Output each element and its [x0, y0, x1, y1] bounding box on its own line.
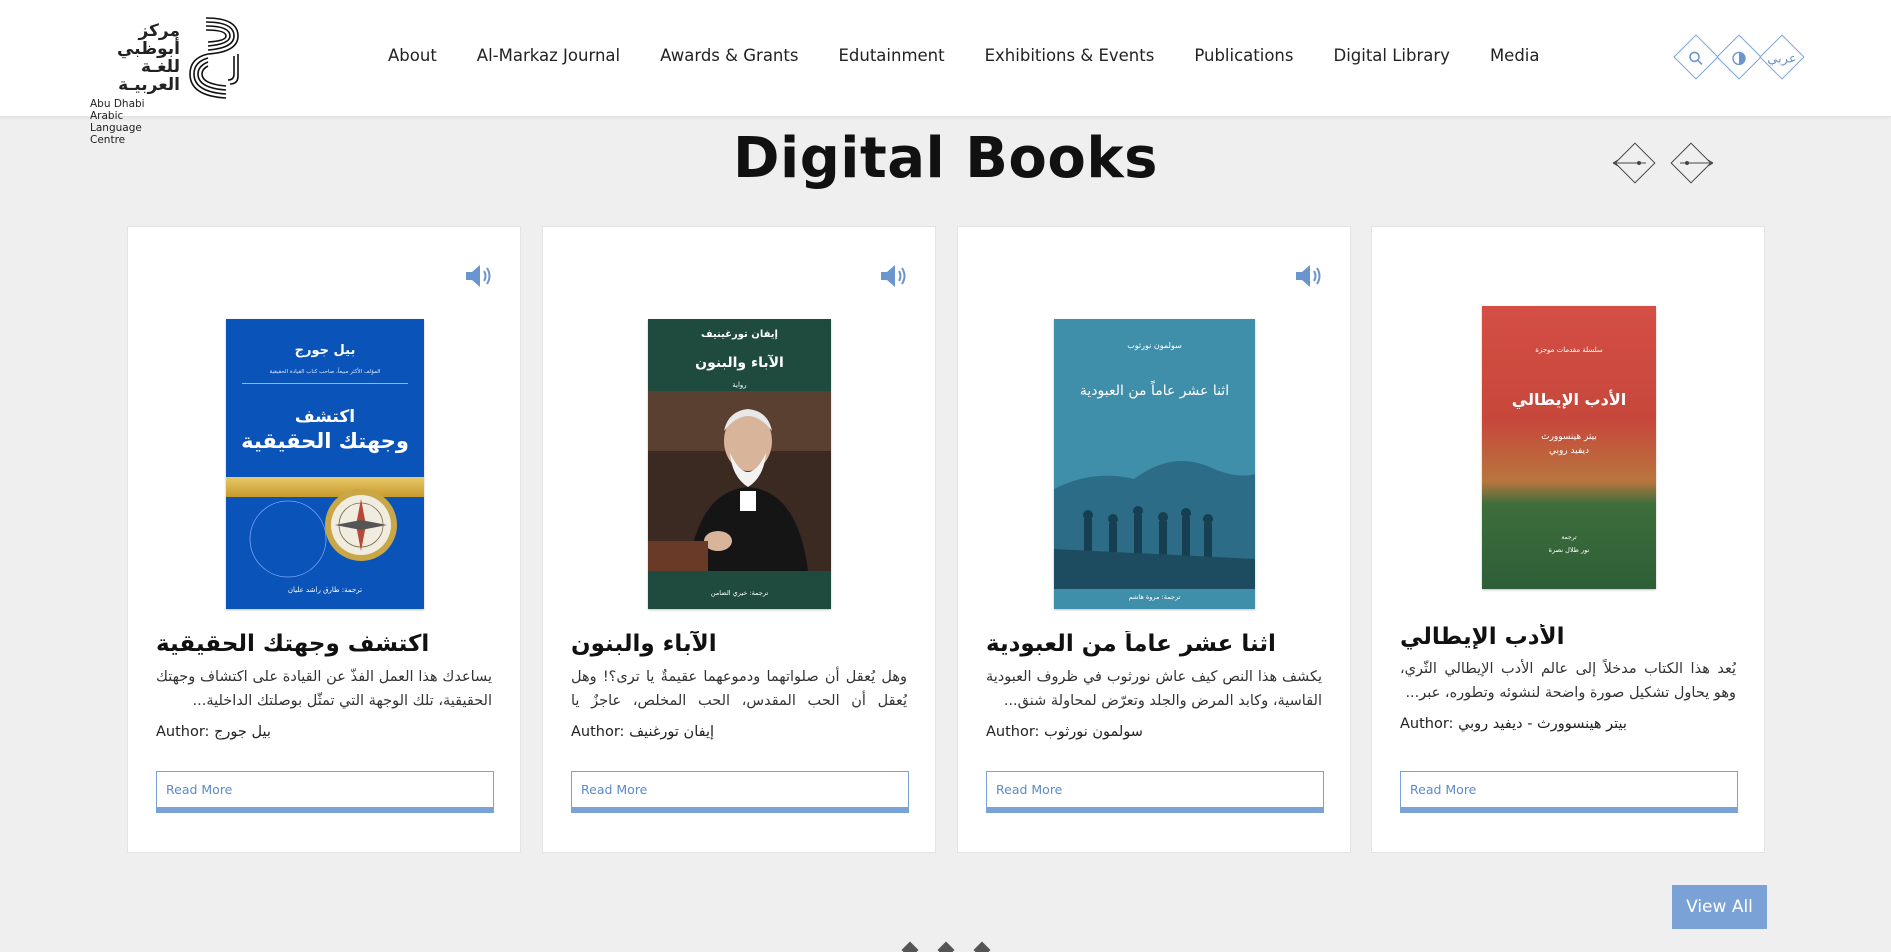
book-author: Author: بيتر هينسوورث - ديفيد روبي	[1400, 716, 1627, 732]
audio-speaker-icon[interactable]	[879, 263, 909, 289]
search-icon	[1689, 51, 1703, 65]
book-title[interactable]: اثنا عشر عاماً من العبودية	[986, 631, 1322, 657]
cover-title: اثنا عشر عاماً من العبودية	[1079, 383, 1230, 399]
main-nav: About Al-Markaz Journal Awards & Grants …	[388, 44, 1540, 68]
cover-author-2: ديفيد روبي	[1548, 446, 1590, 456]
nav-digital-library[interactable]: Digital Library	[1333, 44, 1449, 68]
cover-title: الآباء والبنون	[695, 355, 784, 371]
book-description: يُعد هذا الكتاب مدخلاً إلى عالم الأدب ال…	[1400, 661, 1736, 701]
audio-speaker-icon[interactable]	[1294, 263, 1324, 289]
cover-author: سولمون نورثوب	[1127, 341, 1182, 350]
read-more-button[interactable]: Read More	[571, 771, 909, 813]
carousel-dots	[896, 941, 996, 952]
cover-author-1: بيتر هينسوورث	[1541, 432, 1597, 442]
cover-portrait-image	[648, 391, 831, 571]
book-author: Author: سولمون نورثوب	[986, 724, 1143, 740]
book-author: Author: إيفان تورغنيف	[571, 724, 715, 740]
cover-translator: ترجمة: طارق راشد عليان	[287, 586, 363, 594]
cover-title-line1: اكتشف	[294, 407, 356, 427]
nav-exhibitions-events[interactable]: Exhibitions & Events	[985, 44, 1155, 68]
book-card: بيل جورج المؤلف الأكثر مبيعاً، صاحب كتاب…	[127, 226, 521, 853]
cover-illustration-image	[1054, 461, 1255, 589]
book-cover-image[interactable]: بيل جورج المؤلف الأكثر مبيعاً، صاحب كتاب…	[226, 319, 424, 609]
read-more-button[interactable]: Read More	[156, 771, 494, 813]
header-actions: عربي	[1672, 33, 1806, 81]
book-description: يكشف هذا النص كيف عاش نورثوب في ظروف الع…	[986, 669, 1322, 709]
slider-next-arrow-icon[interactable]	[1668, 140, 1714, 186]
logo-mark-icon	[189, 17, 239, 99]
carousel-dot[interactable]	[973, 941, 991, 952]
book-description: يساعدك هذا العمل الفذّ عن القيادة على اك…	[156, 669, 492, 709]
cover-translator: ترجمة: مروة هاشم	[1128, 593, 1181, 601]
cover-translator: ترجمة: خيري الضامن	[710, 589, 769, 597]
cover-translator: نور طلال نصرة	[1548, 546, 1590, 554]
language-toggle-button[interactable]: عربي	[1759, 34, 1805, 80]
cover-genre: رواية	[732, 381, 747, 389]
book-cover-image[interactable]: إيفان تورغينيف الآباء والبنون رواية ترجم…	[648, 319, 831, 609]
site-header: مركز أبوظبي للغـة العربيـة Abu Dhabi Ara…	[0, 0, 1891, 146]
cover-title-line2: وجهتك الحقيقية	[241, 429, 409, 453]
book-card: إيفان تورغينيف الآباء والبنون رواية ترجم…	[542, 226, 936, 853]
language-toggle-label: عربي	[1767, 50, 1797, 66]
cover-series: سلسلة مقدمات موجزة	[1535, 346, 1603, 354]
audio-speaker-icon[interactable]	[464, 263, 494, 289]
nav-awards-grants[interactable]: Awards & Grants	[660, 44, 798, 68]
site-logo[interactable]: مركز أبوظبي للغـة العربيـة Abu Dhabi Ara…	[88, 14, 243, 146]
cover-circle-outline	[249, 500, 327, 578]
book-card: سولمون نورثوب اثنا عشر عاماً من العبودية…	[957, 226, 1351, 853]
slider-prev-arrow-icon[interactable]	[1612, 140, 1658, 186]
logo-arabic-line2: للغـة العربيـة	[118, 57, 180, 95]
logo-arabic-line1: مركز أبوظبي	[116, 21, 180, 59]
book-description: وهل يُعقل أن صلواتهما ودموعهما عقيمةٌ يا…	[571, 669, 907, 709]
cover-translator-label: ترجمة	[1561, 534, 1577, 541]
search-button[interactable]	[1673, 34, 1719, 80]
cover-author: إيفان تورغينيف	[701, 329, 778, 340]
cover-divider	[242, 383, 408, 384]
read-more-button[interactable]: Read More	[986, 771, 1324, 813]
compass-icon	[325, 489, 397, 561]
view-all-button[interactable]: View All	[1672, 885, 1767, 929]
nav-media[interactable]: Media	[1490, 44, 1540, 68]
accessibility-icon	[1732, 51, 1746, 66]
nav-about[interactable]: About	[388, 44, 437, 68]
nav-edutainment[interactable]: Edutainment	[838, 44, 944, 68]
book-author: Author: بيل جورج	[156, 724, 271, 740]
cover-subtitle: المؤلف الأكثر مبيعاً، صاحب كتاب القيادة …	[269, 369, 381, 375]
read-more-button[interactable]: Read More	[1400, 771, 1738, 813]
cover-title: الأدب الإيطالي	[1511, 390, 1627, 409]
book-title[interactable]: الآباء والبنون	[571, 631, 907, 657]
accessibility-button[interactable]	[1716, 34, 1762, 80]
nav-publications[interactable]: Publications	[1194, 44, 1293, 68]
book-cover-image[interactable]: سولمون نورثوب اثنا عشر عاماً من العبودية…	[1054, 319, 1255, 609]
section-title: Digital Books	[733, 126, 1158, 191]
book-title[interactable]: الأدب الإيطالي	[1400, 624, 1736, 650]
slider-arrows	[1612, 140, 1738, 186]
nav-al-markaz-journal[interactable]: Al-Markaz Journal	[477, 44, 620, 68]
book-title[interactable]: اكتشف وجهتك الحقيقية	[156, 631, 492, 657]
carousel-dot[interactable]	[937, 941, 955, 952]
book-card: سلسلة مقدمات موجزة الأدب الإيطالي بيتر ه…	[1371, 226, 1765, 853]
cover-author: بيل جورج	[294, 343, 356, 358]
carousel-dot[interactable]	[901, 941, 919, 952]
book-cover-image[interactable]: سلسلة مقدمات موجزة الأدب الإيطالي بيتر ه…	[1482, 306, 1656, 589]
logo-english-line1: Abu Dhabi Arabic	[90, 98, 145, 122]
